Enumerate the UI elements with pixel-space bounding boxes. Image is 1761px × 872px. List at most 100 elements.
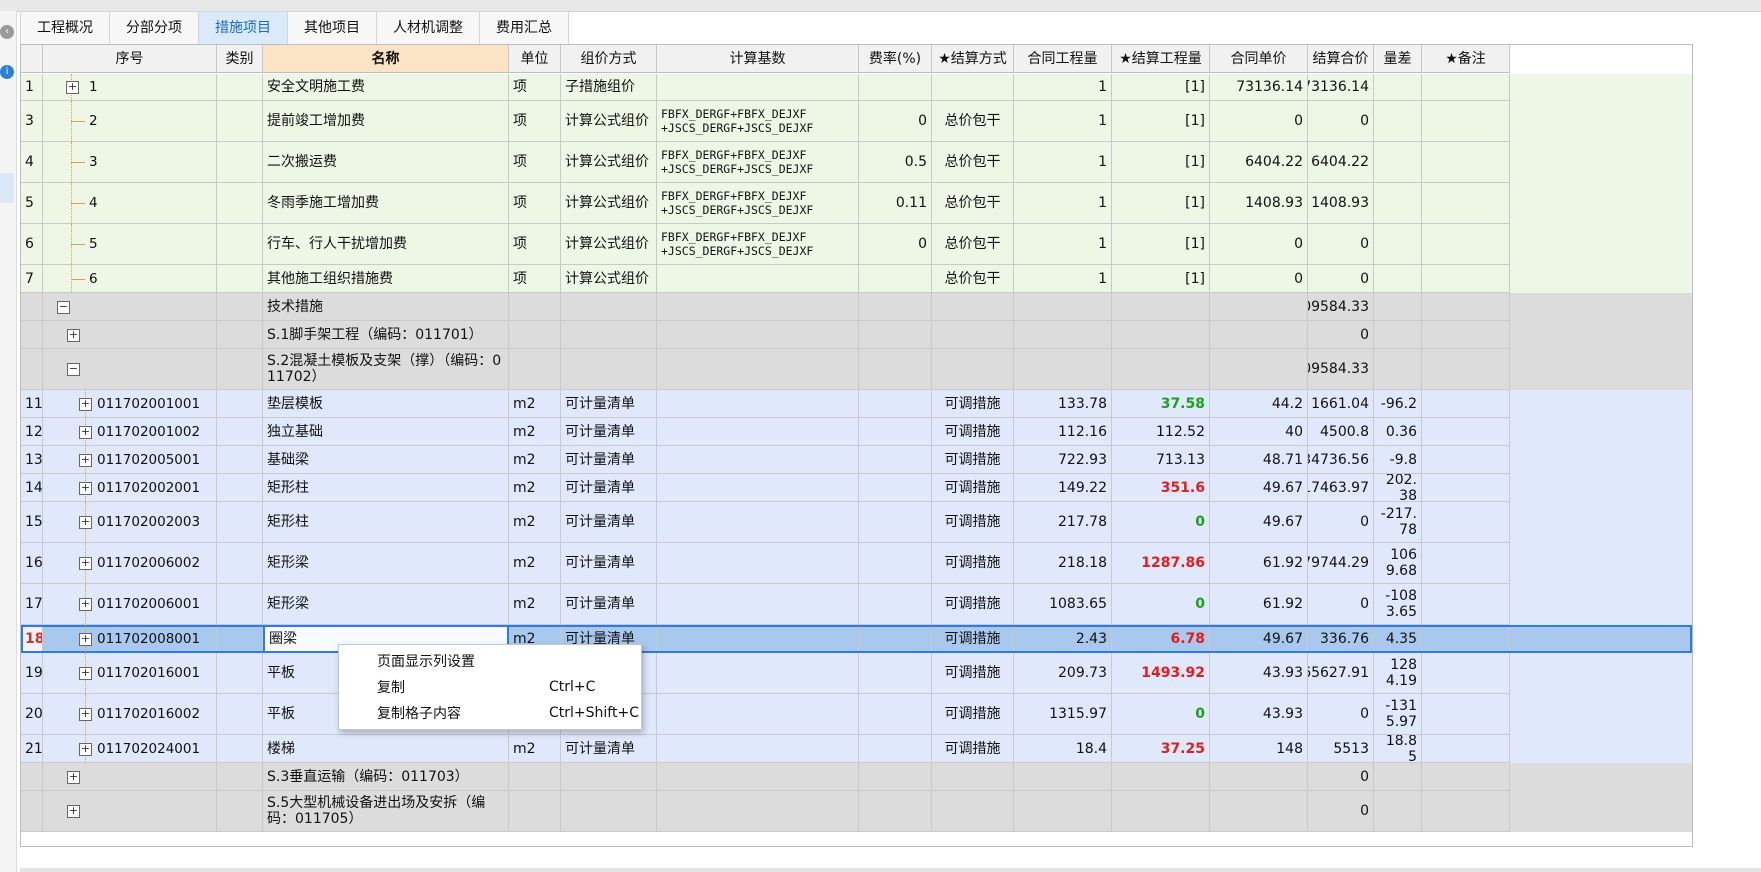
cell-diff[interactable]: 4.35 <box>1374 625 1422 653</box>
cell-sq[interactable]: [1] <box>1112 74 1210 101</box>
cell-st[interactable]: 4500.8 <box>1308 418 1374 446</box>
cell-name[interactable]: 楼梯 <box>263 735 509 763</box>
tree-cell[interactable]: +011702002001 <box>43 474 217 502</box>
column-header-2[interactable]: 名称 <box>263 45 509 73</box>
expand-icon[interactable]: + <box>79 667 92 680</box>
cell-cq[interactable]: 217.78 <box>1014 502 1112 543</box>
tree-cell[interactable]: +011702016002 <box>43 694 217 735</box>
cell-note[interactable] <box>1422 224 1510 265</box>
cell-category[interactable] <box>217 183 263 224</box>
cell-note[interactable] <box>1422 446 1510 474</box>
tree-cell[interactable]: +011702016001 <box>43 653 217 694</box>
column-header-4[interactable]: 组价方式 <box>561 45 657 73</box>
cell-cq[interactable] <box>1014 321 1112 349</box>
cell-diff[interactable] <box>1374 791 1422 832</box>
cell-method[interactable]: 可调措施 <box>932 390 1014 418</box>
column-header-1[interactable]: 类别 <box>217 45 263 73</box>
cell-sq[interactable]: [1] <box>1112 265 1210 293</box>
cell-cq[interactable] <box>1014 791 1112 832</box>
table-row[interactable]: 16 +011702006002 矩形梁 m2 可计量清单 可调措施 218.18 1287.… <box>21 543 1692 584</box>
cell-method[interactable]: 可调措施 <box>932 584 1014 625</box>
cell-pricing[interactable]: 计算公式组价 <box>561 142 657 183</box>
expand-icon[interactable]: + <box>79 557 92 570</box>
tab-3[interactable]: 其他项目 <box>288 11 377 44</box>
cell-sq[interactable]: [1] <box>1112 224 1210 265</box>
cell-rate[interactable] <box>859 584 932 625</box>
cell-rate[interactable] <box>859 265 932 293</box>
cell-name[interactable]: 技术措施 <box>263 293 509 321</box>
cell-base[interactable] <box>657 446 859 474</box>
cell-sq[interactable]: [1] <box>1112 183 1210 224</box>
cell-st[interactable]: 17463.97 <box>1308 474 1374 502</box>
cell-category[interactable] <box>217 584 263 625</box>
cell-base[interactable]: FBFX_DERGF+FBFX_DEJXF +JSCS_DERGF+JSCS_D… <box>657 101 859 142</box>
cell-sq[interactable] <box>1112 293 1210 321</box>
cell-st[interactable]: 209584.33 <box>1308 293 1374 321</box>
cell-cp[interactable]: 49.67 <box>1210 502 1308 543</box>
expand-icon[interactable]: + <box>79 598 92 611</box>
cell-diff[interactable] <box>1374 224 1422 265</box>
tree-cell[interactable]: − <box>43 349 217 390</box>
cell-cq[interactable]: 112.16 <box>1014 418 1112 446</box>
cell-method[interactable]: 可调措施 <box>932 735 1014 763</box>
cell-note[interactable] <box>1422 474 1510 502</box>
table-row[interactable]: 5 4 冬雨季施工增加费项计算公式组价 FBFX_DERGF+FBFX_DEJXF +… <box>21 183 1692 224</box>
cell-st[interactable]: 73136.14 <box>1308 74 1374 101</box>
collapse-icon[interactable]: − <box>57 300 70 314</box>
cell-cp[interactable]: 0 <box>1210 265 1308 293</box>
cell-category[interactable] <box>217 474 263 502</box>
cell-category[interactable] <box>217 390 263 418</box>
table-row[interactable]: + S.3垂直运输（编码：011703） 0 <box>21 763 1692 791</box>
cell-cp[interactable]: 40 <box>1210 418 1308 446</box>
cell-cp[interactable]: 0 <box>1210 101 1308 142</box>
cell-base[interactable] <box>657 763 859 791</box>
cell-diff[interactable] <box>1374 763 1422 791</box>
cell-cp[interactable] <box>1210 763 1308 791</box>
cell-cq[interactable]: 1 <box>1014 265 1112 293</box>
cell-unit[interactable]: m2 <box>509 735 561 763</box>
tree-cell[interactable]: +011702001002 <box>43 418 217 446</box>
cell-cp[interactable]: 49.67 <box>1210 474 1308 502</box>
cell-category[interactable] <box>217 418 263 446</box>
tree-cell[interactable]: + <box>43 763 217 791</box>
cell-note[interactable] <box>1422 418 1510 446</box>
cell-name[interactable]: S.3垂直运输（编码：011703） <box>263 763 509 791</box>
cell-pricing[interactable]: 可计量清单 <box>561 502 657 543</box>
cell-cq[interactable]: 209.73 <box>1014 653 1112 694</box>
expand-icon[interactable]: + <box>79 425 92 439</box>
cell-base[interactable] <box>657 584 859 625</box>
cell-note[interactable] <box>1422 584 1510 625</box>
cell-note[interactable] <box>1422 265 1510 293</box>
cell-category[interactable] <box>217 349 263 390</box>
column-header-0[interactable]: 序号 <box>43 45 217 73</box>
cell-pricing[interactable]: 计算公式组价 <box>561 224 657 265</box>
cell-category[interactable] <box>217 265 263 293</box>
expand-icon[interactable]: + <box>67 805 80 818</box>
tab-0[interactable]: 工程概况 <box>20 11 110 44</box>
table-row[interactable]: 12 +011702001002 独立基础 m2 可计量清单 可调措施 112.16 112.… <box>21 418 1692 446</box>
tab-1[interactable]: 分部分项 <box>110 11 199 44</box>
cell-name[interactable]: 其他施工组织措施费 <box>263 265 509 293</box>
cell-diff[interactable]: -1315.97 <box>1374 694 1422 735</box>
cell-name[interactable]: 矩形梁 <box>263 584 509 625</box>
cell-cp[interactable]: 61.92 <box>1210 543 1308 584</box>
cell-cp[interactable]: 43.93 <box>1210 653 1308 694</box>
column-header-12[interactable]: 量差 <box>1374 45 1422 73</box>
tree-cell[interactable]: +011702006001 <box>43 584 217 625</box>
cell-category[interactable] <box>217 625 263 653</box>
tree-cell[interactable]: +011702008001 <box>43 625 217 653</box>
cell-diff[interactable]: 0.36 <box>1374 418 1422 446</box>
cell-cq[interactable] <box>1014 763 1112 791</box>
cell-diff[interactable] <box>1374 265 1422 293</box>
cell-unit[interactable]: 项 <box>509 265 561 293</box>
cell-cq[interactable]: 722.93 <box>1014 446 1112 474</box>
expand-icon[interactable]: + <box>79 516 92 529</box>
cell-note[interactable] <box>1422 101 1510 142</box>
cell-sq[interactable]: 112.52 <box>1112 418 1210 446</box>
tree-cell[interactable]: +1 <box>43 74 217 101</box>
cell-name[interactable]: 提前竣工增加费 <box>263 101 509 142</box>
cell-sq[interactable]: 37.25 <box>1112 735 1210 763</box>
cell-pricing[interactable] <box>561 763 657 791</box>
cell-unit[interactable] <box>509 763 561 791</box>
table-row[interactable]: 17 +011702006001 矩形梁 m2 可计量清单 可调措施 1083.65 0 61.… <box>21 584 1692 625</box>
